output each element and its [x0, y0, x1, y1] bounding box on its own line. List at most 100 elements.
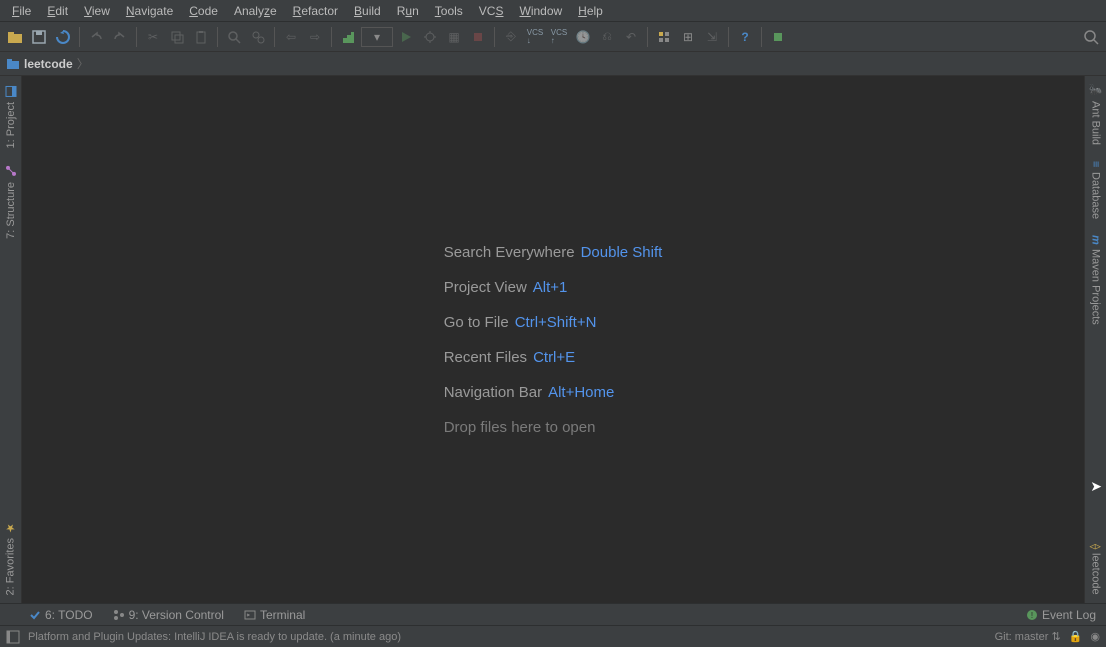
folder-icon: [6, 57, 20, 71]
tool-ant[interactable]: 🐜 Ant Build: [1087, 76, 1104, 153]
revert-icon[interactable]: ↶: [620, 26, 642, 48]
tool-favorites-label: 2: Favorites: [5, 538, 17, 595]
project-panel-icon: [4, 84, 18, 98]
tool-todo-label: 6: TODO: [45, 608, 93, 622]
menu-build[interactable]: Build: [346, 2, 389, 20]
debug-icon[interactable]: [419, 26, 441, 48]
toolwindow-handle[interactable]: [4, 604, 15, 625]
toolwindows-toggle-icon[interactable]: [6, 630, 20, 644]
right-gutter: 🐜 Ant Build ≡ Database m Maven Projects …: [1084, 76, 1106, 603]
menu-help[interactable]: Help: [570, 2, 611, 20]
tool-vcs[interactable]: 9: Version Control: [107, 608, 230, 622]
tool-maven[interactable]: m Maven Projects: [1088, 227, 1104, 333]
breadcrumb-bar: leetcode 〉: [0, 52, 1106, 76]
vcs-update-icon[interactable]: VCS↓: [524, 26, 546, 48]
tip-search-shortcut: Double Shift: [581, 244, 663, 261]
help-icon[interactable]: ?: [734, 26, 756, 48]
tool-todo[interactable]: 6: TODO: [23, 608, 99, 622]
plugin-icon[interactable]: [767, 26, 789, 48]
editor-area[interactable]: Search Everywhere Double Shift Project Vi…: [22, 76, 1084, 603]
tip-navbar-shortcut: Alt+Home: [548, 384, 614, 401]
tool-favorites[interactable]: 2: Favorites ★: [2, 513, 19, 603]
run-icon[interactable]: [395, 26, 417, 48]
tip-gotofile-shortcut: Ctrl+Shift+N: [515, 314, 597, 331]
stop-icon[interactable]: [467, 26, 489, 48]
tool-database[interactable]: ≡ Database: [1088, 153, 1104, 227]
terminal-icon: [244, 609, 256, 621]
menu-code[interactable]: Code: [181, 2, 226, 20]
sdk-icon[interactable]: ⊞: [677, 26, 699, 48]
menu-run[interactable]: Run: [389, 2, 427, 20]
svg-text:!: !: [1031, 611, 1033, 620]
left-gutter: 1: Project 7: Structure 2: Favorites ★: [0, 76, 22, 603]
tool-maven-label: Maven Projects: [1090, 249, 1102, 325]
sync-icon[interactable]: [52, 26, 74, 48]
todo-icon: [29, 609, 41, 621]
tool-ant-label: Ant Build: [1090, 101, 1102, 145]
vcs-commit-icon[interactable]: VCS↑: [548, 26, 570, 48]
tool-database-label: Database: [1090, 172, 1102, 219]
lock-icon[interactable]: 🔒: [1069, 630, 1083, 643]
open-icon[interactable]: [4, 26, 26, 48]
eventlog-icon: !: [1026, 609, 1038, 621]
menu-vcs[interactable]: VCS: [471, 2, 512, 20]
tool-eventlog[interactable]: ! Event Log: [1020, 608, 1102, 622]
tool-vcs-label: 9: Version Control: [129, 608, 224, 622]
inspector-icon[interactable]: ◉: [1090, 630, 1100, 643]
forward-icon[interactable]: ⇨: [304, 26, 326, 48]
tip-project-label: Project View: [444, 279, 527, 296]
leetcode-icon: ⟠: [1089, 544, 1102, 549]
tool-structure[interactable]: 7: Structure: [2, 156, 20, 247]
breadcrumb-project[interactable]: leetcode: [24, 57, 73, 71]
tip-search-label: Search Everywhere: [444, 244, 575, 261]
tool-leetcode[interactable]: ⟠ leetcode: [1087, 536, 1104, 603]
redo-icon[interactable]: [109, 26, 131, 48]
toolbar: ✂ ⇦ ⇨ ▾ ▦ ⎆ VCS↓ VCS↑ 🕓 ⎌ ↶ ⊞ ⇲ ?: [0, 22, 1106, 52]
build-icon[interactable]: [337, 26, 359, 48]
coverage-icon[interactable]: ▦: [443, 26, 465, 48]
main-body: 1: Project 7: Structure 2: Favorites ★ S…: [0, 76, 1106, 603]
menu-edit[interactable]: Edit: [39, 2, 76, 20]
branch-icon: [113, 609, 125, 621]
menu-window[interactable]: Window: [511, 2, 570, 20]
database-icon: ≡: [1090, 161, 1102, 167]
tool-project[interactable]: 1: Project: [2, 76, 20, 156]
star-icon: ★: [4, 521, 17, 534]
tips-panel: Search Everywhere Double Shift Project Vi…: [444, 226, 663, 454]
menu-navigate[interactable]: Navigate: [118, 2, 181, 20]
tip-dropfiles: Drop files here to open: [444, 419, 596, 436]
menu-tools[interactable]: Tools: [427, 2, 471, 20]
menu-refactor[interactable]: Refactor: [285, 2, 346, 20]
structure-icon: [4, 164, 18, 178]
save-icon[interactable]: [28, 26, 50, 48]
project-structure-icon[interactable]: [653, 26, 675, 48]
tip-project-shortcut: Alt+1: [533, 279, 568, 296]
tip-navbar-label: Navigation Bar: [444, 384, 542, 401]
diff-icon[interactable]: ⎌: [596, 26, 618, 48]
menu-bar: File Edit View Navigate Code Analyze Ref…: [0, 0, 1106, 22]
hierarchy-icon[interactable]: ⇲: [701, 26, 723, 48]
git-status[interactable]: Git: master ⇅: [995, 630, 1061, 643]
history-icon[interactable]: 🕓: [572, 26, 594, 48]
status-message: Platform and Plugin Updates: IntelliJ ID…: [28, 631, 401, 643]
menu-analyze[interactable]: Analyze: [226, 2, 285, 20]
tool-project-label: 1: Project: [5, 102, 17, 148]
tip-recent-shortcut: Ctrl+E: [533, 349, 575, 366]
menu-file[interactable]: File: [4, 2, 39, 20]
copy-icon[interactable]: [166, 26, 188, 48]
replace-icon[interactable]: [247, 26, 269, 48]
menu-view[interactable]: View: [76, 2, 118, 20]
chevron-right-icon: 〉: [77, 55, 89, 72]
attach-icon[interactable]: ⎆: [500, 26, 522, 48]
search-icon[interactable]: [1080, 26, 1102, 48]
status-bar: Platform and Plugin Updates: IntelliJ ID…: [0, 625, 1106, 647]
undo-icon[interactable]: [85, 26, 107, 48]
bottom-toolbar: 6: TODO 9: Version Control Terminal ! Ev…: [0, 603, 1106, 625]
tip-gotofile-label: Go to File: [444, 314, 509, 331]
run-config-dropdown[interactable]: ▾: [361, 27, 393, 47]
paste-icon[interactable]: [190, 26, 212, 48]
tool-terminal[interactable]: Terminal: [238, 608, 311, 622]
find-icon[interactable]: [223, 26, 245, 48]
cut-icon[interactable]: ✂: [142, 26, 164, 48]
back-icon[interactable]: ⇦: [280, 26, 302, 48]
